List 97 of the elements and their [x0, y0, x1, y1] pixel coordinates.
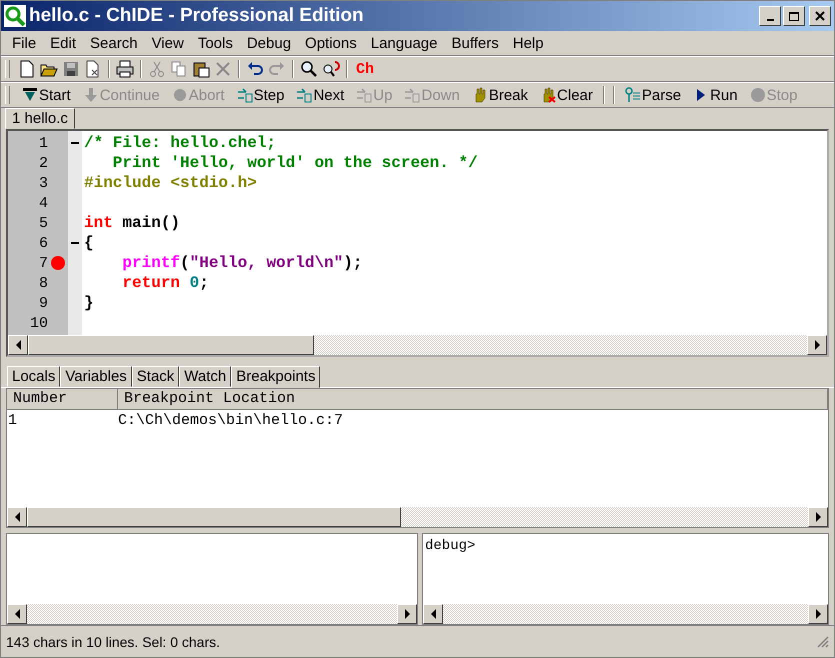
line-number: 7: [38, 254, 48, 272]
menu-item[interactable]: View: [144, 34, 191, 52]
console-prompt: debug>: [425, 538, 476, 554]
new-file-icon[interactable]: [18, 60, 36, 78]
menu-item[interactable]: Edit: [43, 34, 84, 52]
fold-icon[interactable]: [71, 242, 79, 244]
debug-tab[interactable]: Stack: [132, 366, 180, 387]
file-tab[interactable]: 1 hello.c: [5, 108, 75, 129]
code-line: return 0;: [121, 274, 209, 292]
scroll-right-button[interactable]: [807, 335, 827, 355]
parse-icon: [624, 87, 641, 103]
right-arrow-icon: [814, 340, 820, 350]
debug-button[interactable]: Step: [232, 86, 288, 104]
menu-item[interactable]: Search: [83, 34, 145, 52]
code-line: #include <stdio.h>: [83, 174, 257, 192]
menu-item[interactable]: Help: [506, 34, 551, 52]
line-number: 9: [38, 294, 48, 312]
line-number: 2: [38, 154, 48, 172]
status-text: 143 chars in 10 lines. Sel: 0 chars.: [6, 634, 220, 650]
left-arrow-icon: [16, 340, 20, 350]
window-title: hello.c - ChIDE - Professional Edition: [29, 5, 364, 27]
output-pane[interactable]: [6, 533, 418, 625]
undo-icon[interactable]: [246, 60, 264, 78]
right-arrow-icon: [816, 512, 820, 522]
magnifier-icon: [4, 5, 26, 27]
menu-item[interactable]: Options: [298, 34, 364, 52]
close-icon: [815, 11, 825, 21]
debug-button[interactable]: Run: [689, 86, 742, 104]
save-icon[interactable]: [62, 60, 80, 78]
abort-icon: [172, 87, 188, 103]
line-number: 6: [38, 234, 48, 252]
debug-button[interactable]: Next: [292, 86, 348, 104]
debug-tab[interactable]: Locals: [7, 366, 60, 387]
code-line: }: [83, 294, 94, 312]
left-arrow-icon: [430, 609, 436, 619]
scrollbar-thumb[interactable]: [27, 507, 401, 527]
scroll-left-button[interactable]: [8, 335, 28, 355]
minimize-icon: [766, 19, 774, 21]
debug-button[interactable]: Clear: [536, 86, 597, 104]
horizontal-scrollbar[interactable]: [8, 335, 827, 355]
start-icon: [22, 87, 38, 103]
code-line: /* File: hello.chel;: [83, 134, 276, 152]
column-header[interactable]: Number: [7, 389, 118, 410]
continue-icon: [82, 87, 99, 103]
debug-button[interactable]: Start: [18, 86, 75, 104]
minimize-button[interactable]: [759, 6, 781, 26]
debug-tab[interactable]: Breakpoints: [231, 366, 320, 388]
menu-item[interactable]: Debug: [240, 34, 298, 52]
next-icon: [296, 87, 312, 103]
search-icon[interactable]: [300, 60, 318, 78]
line-number: 5: [38, 214, 48, 232]
code-line: printf("Hello, world\n");: [121, 254, 362, 272]
maximize-button[interactable]: [783, 6, 805, 26]
line-number: 3: [38, 174, 48, 192]
line-number: 4: [38, 194, 48, 212]
stop-icon: [750, 87, 766, 103]
left-arrow-icon: [14, 609, 20, 619]
left-arrow-icon: [14, 512, 20, 522]
horizontal-scrollbar[interactable]: [7, 507, 828, 527]
resize-grip-icon[interactable]: [817, 636, 829, 648]
code-line: int main(): [83, 214, 180, 232]
line-number: 10: [28, 314, 48, 332]
debug-tab[interactable]: Watch: [179, 366, 232, 387]
up-icon: [356, 87, 372, 103]
menu-item[interactable]: Tools: [190, 34, 240, 52]
debug-button[interactable]: Parse: [620, 86, 686, 104]
code-line: Print 'Hello, world' on the screen. */: [112, 154, 478, 172]
maximize-icon: [789, 12, 799, 20]
debug-button[interactable]: Break: [468, 86, 532, 104]
menu-item[interactable]: Buffers: [444, 34, 506, 52]
scroll-right-button[interactable]: [397, 604, 417, 624]
menu-item[interactable]: File: [5, 34, 44, 52]
scroll-left-button[interactable]: [423, 604, 443, 624]
scroll-right-button[interactable]: [808, 604, 828, 624]
down-icon: [404, 87, 420, 103]
step-icon: [236, 87, 253, 103]
right-arrow-icon: [816, 609, 820, 619]
table-cell: C:\Ch\demos\bin\hello.c:7: [118, 412, 344, 429]
line-number: 1: [38, 134, 48, 152]
fold-icon[interactable]: [71, 142, 79, 144]
line-number: 8: [38, 274, 48, 292]
scroll-right-button[interactable]: [808, 507, 828, 527]
menu-item[interactable]: Language: [364, 34, 444, 52]
scroll-left-button[interactable]: [7, 507, 27, 527]
close-button[interactable]: [809, 6, 831, 26]
print-icon[interactable]: [116, 60, 134, 78]
scroll-left-button[interactable]: [7, 604, 27, 624]
replace-icon[interactable]: [322, 60, 340, 78]
console-pane[interactable]: debug>: [422, 533, 829, 625]
debug-tab[interactable]: Variables: [60, 366, 132, 387]
paste-icon[interactable]: [192, 60, 210, 78]
table-cell-text: 1: [7, 412, 18, 429]
scrollbar-thumb[interactable]: [28, 335, 314, 355]
code-line: {: [83, 234, 94, 252]
column-header[interactable]: Breakpoint Location: [118, 389, 828, 410]
right-arrow-icon: [404, 609, 410, 619]
code-editor[interactable]: 1 /* File: hello.chel; 2 Print 'Hello, world' on the screen. */ 3 #include <stdio.h> 4 5 int main() 6 { 7 printf("Hello, world\n"); 8 return 0; 9 } 10: [6, 129, 829, 357]
